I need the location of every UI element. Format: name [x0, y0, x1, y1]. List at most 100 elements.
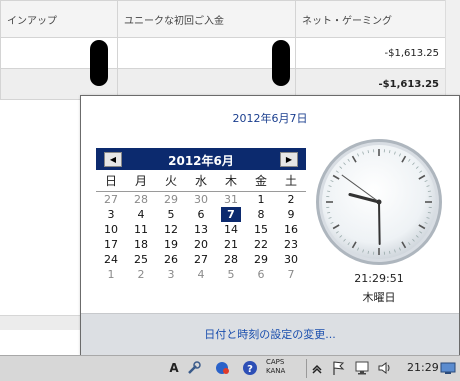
calendar-day-label: 9: [288, 208, 295, 221]
calendar-day[interactable]: 18: [126, 237, 156, 252]
calendar-day[interactable]: 7: [216, 207, 246, 222]
calendar-day[interactable]: 22: [246, 237, 276, 252]
column-header[interactable]: ユニークな初回ご入金: [118, 1, 296, 38]
taskbar-divider: [306, 359, 307, 378]
calendar-day-label: 1: [108, 268, 115, 281]
calendar-day-label: 4: [198, 268, 205, 281]
calendar-day[interactable]: 1: [96, 267, 126, 282]
kana-label: KANA: [266, 367, 285, 376]
tools-icon[interactable]: [186, 360, 202, 376]
calendar-day[interactable]: 6: [246, 267, 276, 282]
calendar-header: ◀ 2012年6月 ▶: [96, 148, 306, 170]
calendar-day[interactable]: 29: [156, 192, 186, 207]
taskbar: A ? CAPS KANA 21:29: [0, 355, 460, 381]
popup-footer: 日付と時刻の設定の変更...: [81, 313, 459, 355]
calendar-day-selected: 7: [221, 207, 241, 222]
calendar-week-row: 27282930 31 12: [96, 192, 306, 207]
calendar-day[interactable]: 16: [276, 222, 306, 237]
calendar-day[interactable]: 3: [156, 267, 186, 282]
calendar-day[interactable]: 1: [246, 192, 276, 207]
calendar-day[interactable]: 2: [126, 267, 156, 282]
ime-status-icon[interactable]: [214, 360, 230, 376]
calendar-day[interactable]: 27: [96, 192, 126, 207]
calendar-week-row: 1234 5 6 7: [96, 267, 306, 282]
weekday-text: 木曜日: [316, 289, 442, 305]
calendar-day-label: 16: [284, 223, 298, 236]
calendar-day[interactable]: 7: [276, 267, 306, 282]
current-date-link[interactable]: 2012年6月7日: [81, 110, 459, 126]
calendar-day[interactable]: 4: [126, 207, 156, 222]
calendar-day[interactable]: 2: [276, 192, 306, 207]
minute-hand: [379, 202, 380, 244]
column-header[interactable]: ネット・ゲーミング: [296, 1, 446, 38]
calendar-day[interactable]: 25: [126, 252, 156, 267]
change-date-time-settings-link[interactable]: 日付と時刻の設定の変更...: [81, 326, 459, 342]
calendar-day-label: 25: [134, 253, 148, 266]
calendar-day[interactable]: 4: [186, 267, 216, 282]
weekday-label: 月: [126, 173, 156, 191]
calendar-day[interactable]: 8: [246, 207, 276, 222]
calendar-day[interactable]: 28: [126, 192, 156, 207]
show-hidden-icon[interactable]: [311, 360, 323, 376]
calendar-day[interactable]: 31: [216, 192, 246, 207]
taskbar-clock[interactable]: 21:29: [407, 361, 439, 374]
calendar-day-label: 24: [104, 253, 118, 266]
svg-text:?: ?: [247, 364, 253, 375]
analog-clock: [316, 139, 442, 265]
calendar-day[interactable]: 13: [186, 222, 216, 237]
calendar-day-label: 17: [104, 238, 118, 251]
table-header-row: インアップ ユニークな初回ご入金 ネット・ゲーミング: [1, 1, 446, 38]
column-header[interactable]: インアップ: [1, 1, 118, 38]
table-cell: [118, 38, 296, 69]
calendar-day-label: 20: [194, 238, 208, 251]
calendar-month-label[interactable]: 2012年6月: [96, 152, 306, 169]
calendar-day[interactable]: 24: [96, 252, 126, 267]
calendar-day[interactable]: 9: [276, 207, 306, 222]
calendar-day[interactable]: 30: [186, 192, 216, 207]
calendar-day[interactable]: 10: [96, 222, 126, 237]
calendar-day-label: 11: [134, 223, 148, 236]
calendar-day[interactable]: 5: [216, 267, 246, 282]
calendar-day[interactable]: 19: [156, 237, 186, 252]
calendar-day[interactable]: 12: [156, 222, 186, 237]
calendar-day-label: 31: [224, 193, 238, 206]
weekday-label: 土: [276, 173, 306, 191]
weekday-label: 木: [216, 173, 246, 191]
calendar-day[interactable]: 5: [156, 207, 186, 222]
calendar-day[interactable]: 21: [216, 237, 246, 252]
clock-face-icon: [319, 142, 439, 262]
calendar-day[interactable]: 29: [246, 252, 276, 267]
calendar-day[interactable]: 20: [186, 237, 216, 252]
calendar-day-label: 2: [288, 193, 295, 206]
weekday-header-row: 日 月 火 水 木 金 土: [96, 173, 306, 192]
calendar-day-label: 6: [258, 268, 265, 281]
desktop-icon[interactable]: [440, 360, 456, 376]
calendar-day-label: 5: [168, 208, 175, 221]
calendar-grid: 2728293031123456789101112131415161718192…: [96, 192, 306, 282]
calendar-day[interactable]: 15: [246, 222, 276, 237]
calendar-day[interactable]: 26: [156, 252, 186, 267]
calendar-day-label: 7: [288, 268, 295, 281]
calendar-day[interactable]: 14: [216, 222, 246, 237]
flag-icon[interactable]: [330, 360, 346, 376]
caps-label: CAPS: [266, 358, 285, 367]
calendar-day[interactable]: 3: [96, 207, 126, 222]
calendar-day-label: 5: [228, 268, 235, 281]
volume-icon[interactable]: [377, 360, 393, 376]
calendar-day-label: 3: [108, 208, 115, 221]
calendar-day-label: 10: [104, 223, 118, 236]
ime-a-icon[interactable]: A: [166, 360, 182, 376]
chevron-right-icon: ▶: [286, 155, 292, 164]
calendar-day[interactable]: 27: [186, 252, 216, 267]
calendar-day[interactable]: 11: [126, 222, 156, 237]
calendar-day[interactable]: 30: [276, 252, 306, 267]
help-icon[interactable]: ?: [242, 360, 258, 376]
redaction-mark: [272, 40, 290, 86]
next-month-button[interactable]: ▶: [280, 152, 298, 167]
calendar-day[interactable]: 23: [276, 237, 306, 252]
calendar-day[interactable]: 28: [216, 252, 246, 267]
calendar-day[interactable]: 17: [96, 237, 126, 252]
calendar-day-label: 28: [224, 253, 238, 266]
calendar-day[interactable]: 6: [186, 207, 216, 222]
network-icon[interactable]: [354, 360, 370, 376]
